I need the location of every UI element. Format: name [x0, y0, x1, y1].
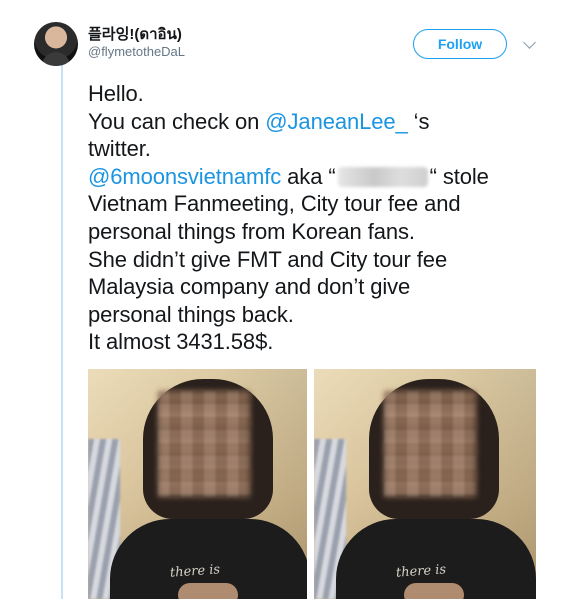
author-display-name[interactable]: 플라잉!(ดาอิน): [88, 22, 182, 46]
face-mosaic: [158, 391, 250, 497]
tweet-line: It almost 3431.58$.: [88, 328, 558, 356]
tweet-line: twitter.: [88, 135, 558, 163]
tweet-line: Vietnam Fanmeeting, City tour fee and: [88, 190, 558, 218]
tweet-line-text: ‘s: [407, 108, 430, 134]
tweet-line-text: Hello.: [88, 81, 144, 106]
tweet-line: personal things back.: [88, 301, 558, 329]
tweet-line: Hello.: [88, 80, 558, 108]
tweet-line: @6moonsvietnamfc aka “ “ stole: [88, 163, 558, 191]
tweet-line-text: You can check on: [88, 108, 266, 134]
tweet-line-text: It almost 3431.58$.: [88, 329, 274, 355]
tweet-line-text: “ stole: [429, 163, 489, 189]
photo-hand: [178, 583, 238, 599]
tweet-line-text: personal things from Korean fans.: [88, 218, 415, 244]
mention-link-janeanlee[interactable]: @JaneanLee_: [265, 109, 407, 134]
avatar[interactable]: [34, 22, 78, 66]
tweet-line-text: personal things back.: [88, 301, 294, 327]
photo-hand: [404, 583, 464, 599]
tweet-line: Malaysia company and don’t give: [88, 273, 558, 301]
tweet-line-text: twitter.: [88, 136, 151, 162]
tweet-line: personal things from Korean fans.: [88, 218, 558, 246]
tweet-line-text: She didn’t give FMT and City tour fee: [88, 246, 448, 272]
author-handle[interactable]: @flymetotheDaL: [88, 44, 185, 59]
chevron-down-icon[interactable]: [523, 36, 536, 49]
tweet-photo-1[interactable]: there is: [88, 369, 307, 599]
face-mosaic: [384, 391, 476, 497]
tweet-line-text: aka “: [281, 163, 336, 189]
tweet-photo-2[interactable]: there is: [314, 369, 536, 599]
tweet-text: Hello. You can check on @JaneanLee_ ‘s t…: [88, 80, 558, 356]
mention-link-6moonsvietnamfc[interactable]: @6moonsvietnamfc: [88, 164, 281, 189]
tweet-line-text: Malaysia company and don’t give: [88, 274, 411, 300]
tweet-line-text: Vietnam Fanmeeting, City tour fee and: [88, 191, 461, 217]
tweet-line: You can check on @JaneanLee_ ‘s: [88, 108, 558, 136]
tweet-line: She didn’t give FMT and City tour fee: [88, 246, 558, 274]
follow-button[interactable]: Follow: [413, 29, 507, 59]
thread-rule: [61, 58, 63, 599]
redacted-text: [337, 166, 428, 187]
